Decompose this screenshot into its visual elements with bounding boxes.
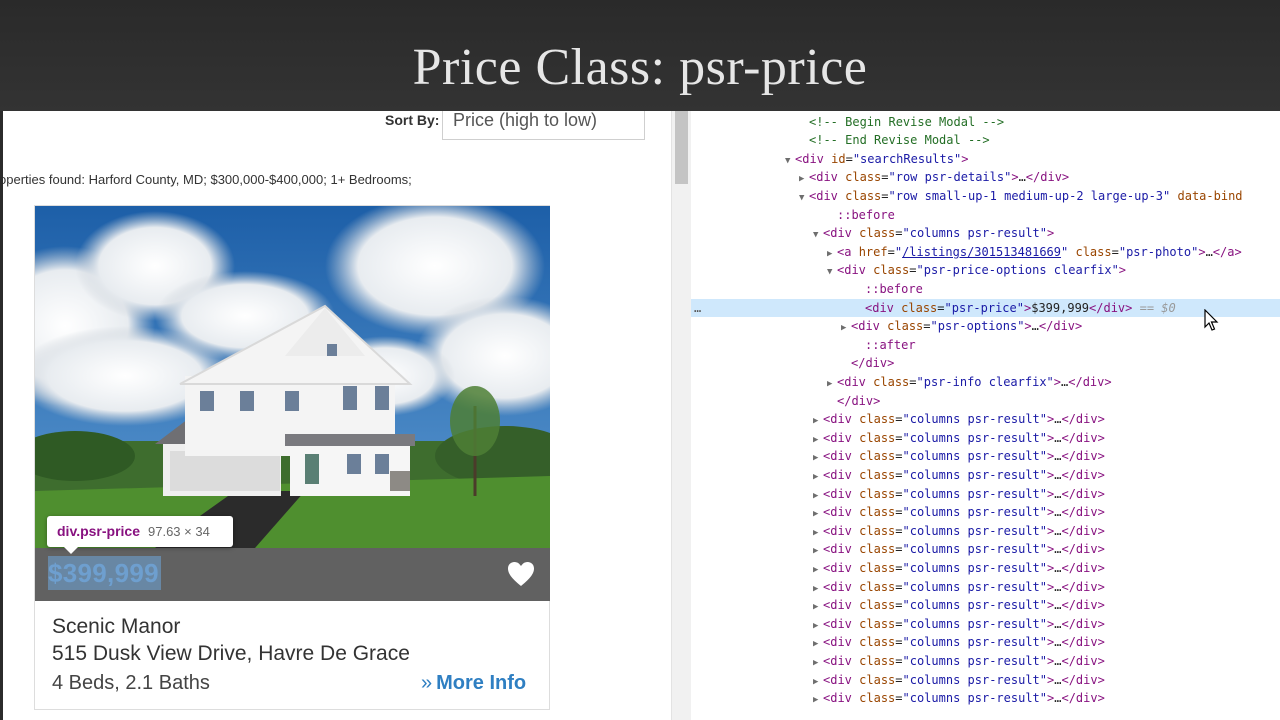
inspector-tooltip: div.psr-price 97.63 × 34 — [47, 516, 233, 554]
slide-title: Price Class: psr-price — [412, 39, 868, 96]
dom-node[interactable]: ▶ <div class="columns psr-result">…</div> — [691, 596, 1280, 615]
dom-node-markup: </div> — [837, 393, 881, 408]
more-info-label: More Info — [436, 672, 527, 694]
dom-node-markup: <div class="columns psr-result">…</div> — [823, 653, 1105, 668]
dom-node-markup: <div class="columns psr-result">…</div> — [823, 467, 1105, 482]
dom-node[interactable]: <!-- Begin Revise Modal --> — [691, 113, 1280, 132]
dom-node[interactable]: </div> — [691, 392, 1280, 411]
page-scrollbar[interactable] — [671, 111, 691, 720]
dom-node-markup: <div class="columns psr-result">…</div> — [823, 505, 1105, 520]
dom-node[interactable]: ▼ <div class="columns psr-result"> — [691, 224, 1280, 243]
dom-node[interactable]: ▶ <div class="psr-info clearfix">…</div> — [691, 373, 1280, 392]
listing-address: 515 Dusk View Drive, Havre De Grace — [52, 642, 410, 665]
dom-node[interactable]: ▶ <div class="columns psr-result">…</div> — [691, 503, 1280, 522]
sort-by-value: Price (high to low) — [453, 111, 598, 130]
dom-node[interactable]: ▶ <div class="columns psr-result">…</div> — [691, 652, 1280, 671]
dom-node[interactable]: ▶ <div class="columns psr-result">…</div> — [691, 429, 1280, 448]
dom-node[interactable]: ▶ <div class="columns psr-result">…</div> — [691, 447, 1280, 466]
mouse-cursor-icon — [1204, 309, 1219, 331]
dom-node[interactable]: ▶ <div class="columns psr-result">…</div> — [691, 485, 1280, 504]
dom-node-markup: <div class="columns psr-result">…</div> — [823, 430, 1105, 445]
dom-node-markup: <div class="psr-info clearfix">…</div> — [837, 374, 1112, 389]
dom-node-markup: <!-- Begin Revise Modal --> — [809, 114, 1005, 129]
listing-beds-baths: 4 Beds, 2.1 Baths — [52, 672, 210, 694]
dom-node-markup: <div class="columns psr-result">…</div> — [823, 598, 1105, 613]
dom-node[interactable]: ▶ <div class="row psr-details">…</div> — [691, 168, 1280, 187]
dom-node[interactable]: ::before — [691, 206, 1280, 225]
dom-node-markup: <div class="columns psr-result">…</div> — [823, 635, 1105, 650]
dom-node-markup: <div class="row small-up-1 medium-up-2 l… — [809, 188, 1243, 203]
dom-node[interactable]: ▶ <div class="columns psr-result">…</div> — [691, 466, 1280, 485]
dom-node[interactable]: ▶ <a href="/listings/301513481669" class=… — [691, 243, 1280, 262]
dom-node-markup: <div class="columns psr-result">…</div> — [823, 449, 1105, 464]
listing-name: Scenic Manor — [52, 615, 181, 638]
dom-node[interactable]: ▶ <div class="columns psr-result">…</div> — [691, 410, 1280, 429]
dom-node-markup: <div class="columns psr-result">…</div> — [823, 560, 1105, 575]
dom-node[interactable]: ▼ <div id="searchResults"> — [691, 150, 1280, 169]
properties-found-text: operties found: Harford County, MD; $300… — [3, 172, 412, 187]
dom-node-markup: ::after — [865, 337, 916, 352]
devtools-elements-panel: <!-- Begin Revise Modal --> <!-- End Revi… — [691, 111, 1280, 720]
dom-node-selected[interactable]: <div class="psr-price">$399,999</div> ==… — [691, 298, 1280, 318]
dom-node-markup: <!-- End Revise Modal --> — [809, 133, 990, 148]
dom-node[interactable]: ▶ <div class="columns psr-result">…</div> — [691, 671, 1280, 690]
node-actions-ellipsis-icon[interactable]: … — [694, 299, 701, 318]
dom-node-markup: ::before — [837, 207, 895, 222]
heart-icon[interactable] — [507, 561, 535, 587]
dom-node-markup: <div class="columns psr-result">…</div> — [823, 691, 1105, 706]
dom-node[interactable]: ▶ <div class="columns psr-result">…</div> — [691, 689, 1280, 708]
dom-node-markup: <div class="psr-price-options clearfix"> — [837, 263, 1127, 278]
listing-price: $399,999 — [48, 558, 159, 588]
dom-node-markup: <div class="columns psr-result">…</div> — [823, 523, 1105, 538]
dom-node[interactable]: ▼ <div class="psr-price-options clearfix"… — [691, 261, 1280, 280]
dom-node[interactable]: <!-- End Revise Modal --> — [691, 131, 1280, 150]
more-info-link[interactable]: » More Info — [421, 672, 526, 695]
dom-node[interactable]: ▶ <div class="columns psr-result">…</div> — [691, 615, 1280, 634]
listing-card: $399,999 Scenic Manor 515 Dusk View Driv… — [34, 205, 550, 710]
inspector-tooltip-selector: div.psr-price — [57, 523, 140, 539]
dom-node-markup: ::before — [865, 281, 923, 296]
dom-node-markup: <div class="row psr-details">…</div> — [809, 170, 1070, 185]
dom-node-markup: <div class="columns psr-result">…</div> — [823, 579, 1105, 594]
dom-node[interactable]: </div> — [691, 354, 1280, 373]
dom-node-markup: <div id="searchResults"> — [795, 151, 969, 166]
dom-node-markup: <div class="psr-options">…</div> — [851, 319, 1083, 334]
dom-node-markup: <div class="columns psr-result">…</div> — [823, 412, 1105, 427]
inspector-tooltip-size: 97.63 × 34 — [148, 524, 210, 539]
dom-node[interactable]: ::before — [691, 280, 1280, 299]
dom-node[interactable]: ::after — [691, 336, 1280, 355]
double-chevron-right-icon: » — [421, 672, 433, 694]
dom-node-markup: <div class="columns psr-result"> — [823, 226, 1055, 241]
dom-node[interactable]: ▶ <div class="columns psr-result">…</div> — [691, 522, 1280, 541]
dom-node-markup: <div class="columns psr-result">…</div> — [823, 672, 1105, 687]
dom-node-markup: <a href="/listings/301513481669" class="… — [837, 244, 1242, 259]
expand-triangle-closed-icon[interactable]: ▶ — [813, 691, 823, 710]
dom-node-markup: </div> — [851, 356, 895, 371]
listing-photo[interactable] — [35, 206, 550, 548]
dom-node-markup: <div class="psr-price">$399,999</div> ==… — [865, 300, 1176, 315]
dom-node[interactable]: ▶ <div class="columns psr-result">…</div> — [691, 578, 1280, 597]
dom-node-markup: <div class="columns psr-result">…</div> — [823, 542, 1105, 557]
dom-node-markup: <div class="columns psr-result">…</div> — [823, 616, 1105, 631]
house-photo-image — [35, 206, 550, 548]
sort-by-select[interactable]: Price (high to low) ▼ — [442, 111, 645, 140]
inspector-tooltip-arrow — [64, 547, 78, 554]
dom-node[interactable]: ▶ <div class="columns psr-result">…</div> — [691, 633, 1280, 652]
dom-node[interactable]: ▶ <div class="columns psr-result">…</div> — [691, 540, 1280, 559]
sort-by-label: Sort By: — [385, 112, 440, 128]
dom-node[interactable]: ▶ <div class="columns psr-result">…</div> — [691, 559, 1280, 578]
page-scrollbar-thumb[interactable] — [675, 111, 688, 184]
dom-node[interactable]: ▶ <div class="psr-options">…</div> — [691, 317, 1280, 336]
price-band: $399,999 — [35, 548, 550, 601]
dom-node-markup: <div class="columns psr-result">…</div> — [823, 486, 1105, 501]
dom-node[interactable]: ▼ <div class="row small-up-1 medium-up-2 … — [691, 187, 1280, 206]
web-page-viewport: Sort By: Price (high to low) ▼ operties … — [3, 111, 671, 720]
